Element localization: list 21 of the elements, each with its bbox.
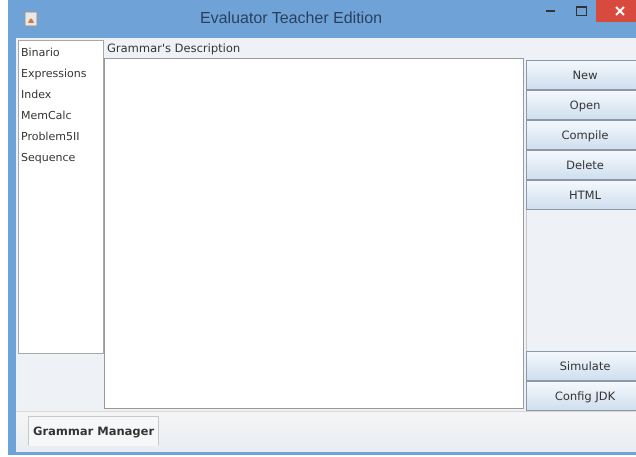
action-button[interactable]: HTML: [526, 180, 636, 210]
window-title: Evaluator Teacher Edition: [198, 10, 384, 28]
description-label: Grammar's Description: [106, 40, 242, 57]
grammar-item[interactable]: Expressions: [20, 63, 103, 84]
close-icon: [615, 6, 625, 16]
app-icon: [24, 11, 38, 27]
action-button[interactable]: Open: [526, 90, 636, 120]
grammar-item[interactable]: Binario: [20, 42, 103, 63]
grammar-item[interactable]: Sequence: [20, 147, 103, 168]
close-button[interactable]: [596, 0, 636, 22]
action-button[interactable]: Compile: [526, 120, 636, 150]
grammar-item[interactable]: Problem5II: [20, 126, 103, 147]
minimize-icon: [546, 9, 556, 13]
action-button[interactable]: Simulate: [526, 351, 636, 381]
maximize-icon: [576, 6, 586, 16]
grammar-item[interactable]: Index: [20, 84, 103, 105]
grammar-item[interactable]: MemCalc: [20, 105, 103, 126]
action-button[interactable]: Config JDK: [526, 381, 636, 411]
tab[interactable]: Grammar Manager: [28, 416, 160, 446]
action-button[interactable]: Delete: [526, 150, 636, 180]
action-button[interactable]: New: [526, 60, 636, 90]
